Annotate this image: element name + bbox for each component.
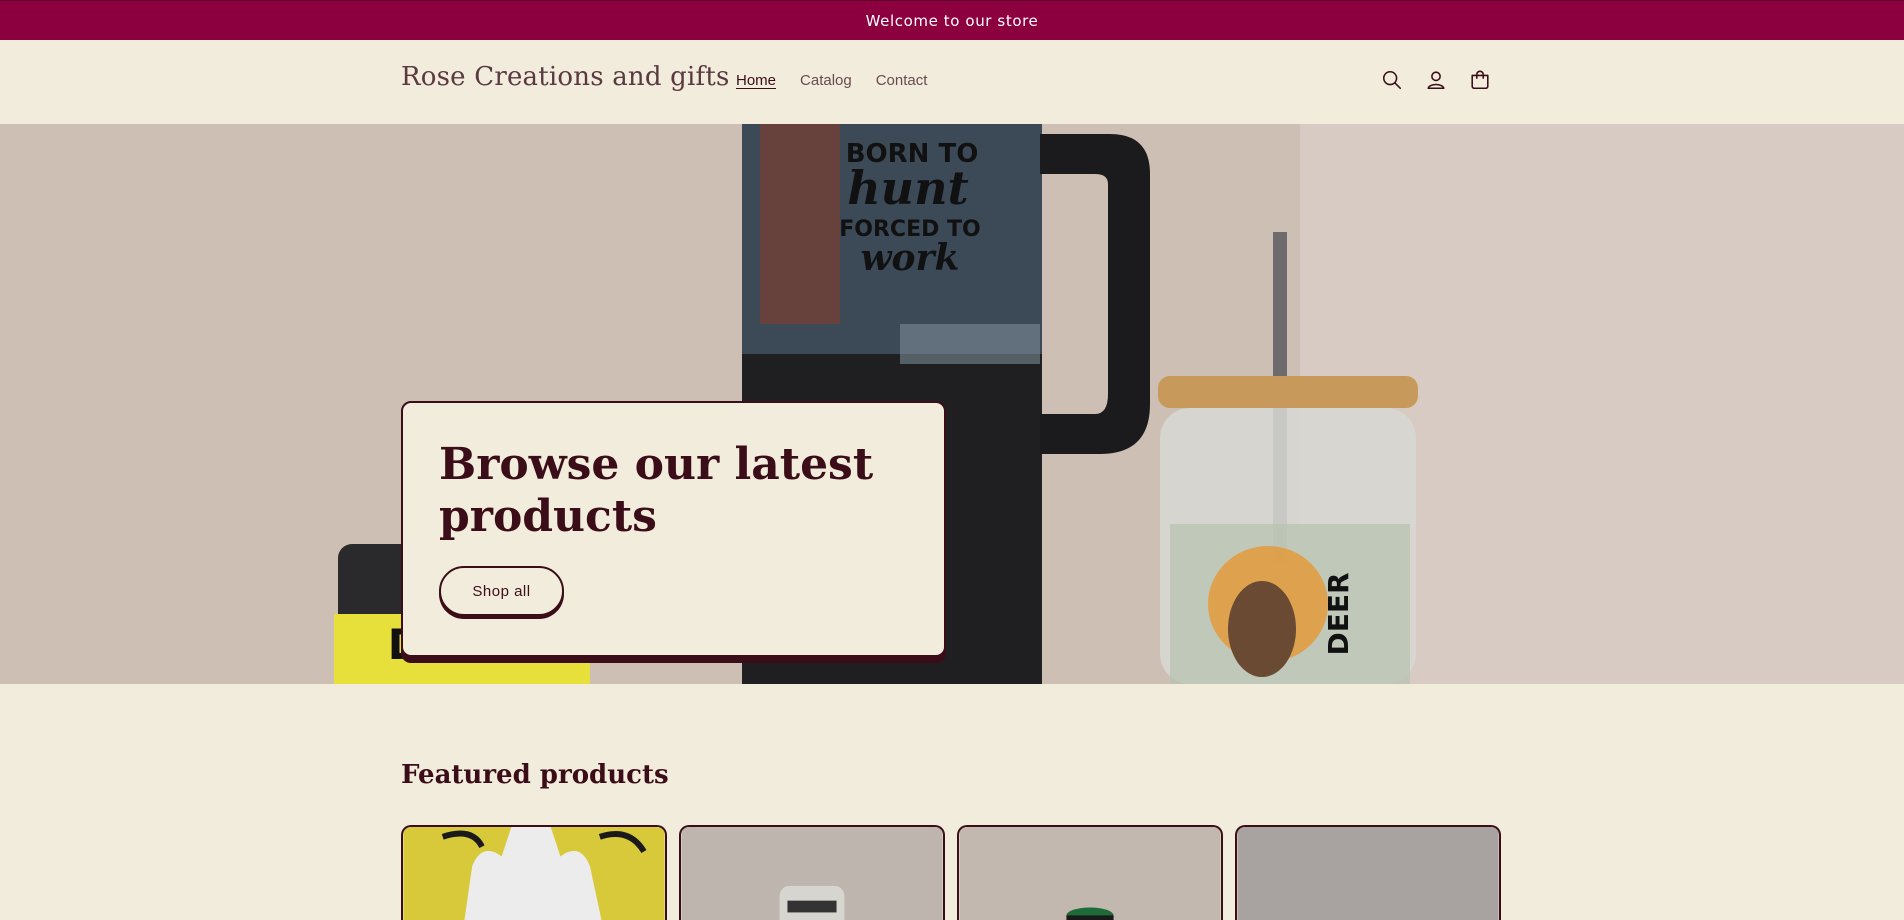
site-header: Rose Creations and gifts Home Catalog Co…	[0, 40, 1904, 124]
nav-catalog[interactable]: Catalog	[800, 72, 852, 89]
shop-all-button[interactable]: Shop all	[439, 566, 564, 616]
featured-products-grid	[401, 825, 1501, 920]
product-card[interactable]	[401, 825, 667, 920]
search-icon[interactable]	[1380, 68, 1404, 92]
product-card[interactable]	[957, 825, 1223, 920]
cart-icon[interactable]	[1468, 68, 1492, 92]
hero-content-box: Browse our latest products Shop all	[401, 401, 946, 657]
main-nav: Home Catalog Contact	[736, 72, 927, 89]
product-image-item	[1237, 827, 1499, 920]
account-icon[interactable]	[1424, 68, 1448, 92]
product-card[interactable]	[679, 825, 945, 920]
tumbler-text-4: work	[861, 237, 960, 279]
product-image-apron	[403, 827, 665, 920]
announcement-bar: Welcome to our store	[0, 0, 1904, 40]
tumbler-text-2: hunt	[847, 161, 969, 215]
hero-banner: BORN TO hunt FORCED TO work DEER DEER Br…	[0, 124, 1904, 684]
featured-products-heading: Featured products	[401, 760, 669, 790]
announcement-text: Welcome to our store	[865, 11, 1039, 30]
hero-image: BORN TO hunt FORCED TO work DEER DEER	[0, 124, 1904, 684]
product-card[interactable]	[1235, 825, 1501, 920]
header-icons	[1380, 68, 1492, 92]
hero-title: Browse our latest products	[439, 439, 874, 542]
brand-logo[interactable]: Rose Creations and gifts	[401, 62, 730, 92]
product-image-jar	[681, 827, 943, 920]
nav-contact[interactable]: Contact	[876, 72, 928, 89]
nav-home[interactable]: Home	[736, 72, 776, 89]
product-image-can	[959, 827, 1221, 920]
jar-text: DEER	[1322, 572, 1355, 655]
